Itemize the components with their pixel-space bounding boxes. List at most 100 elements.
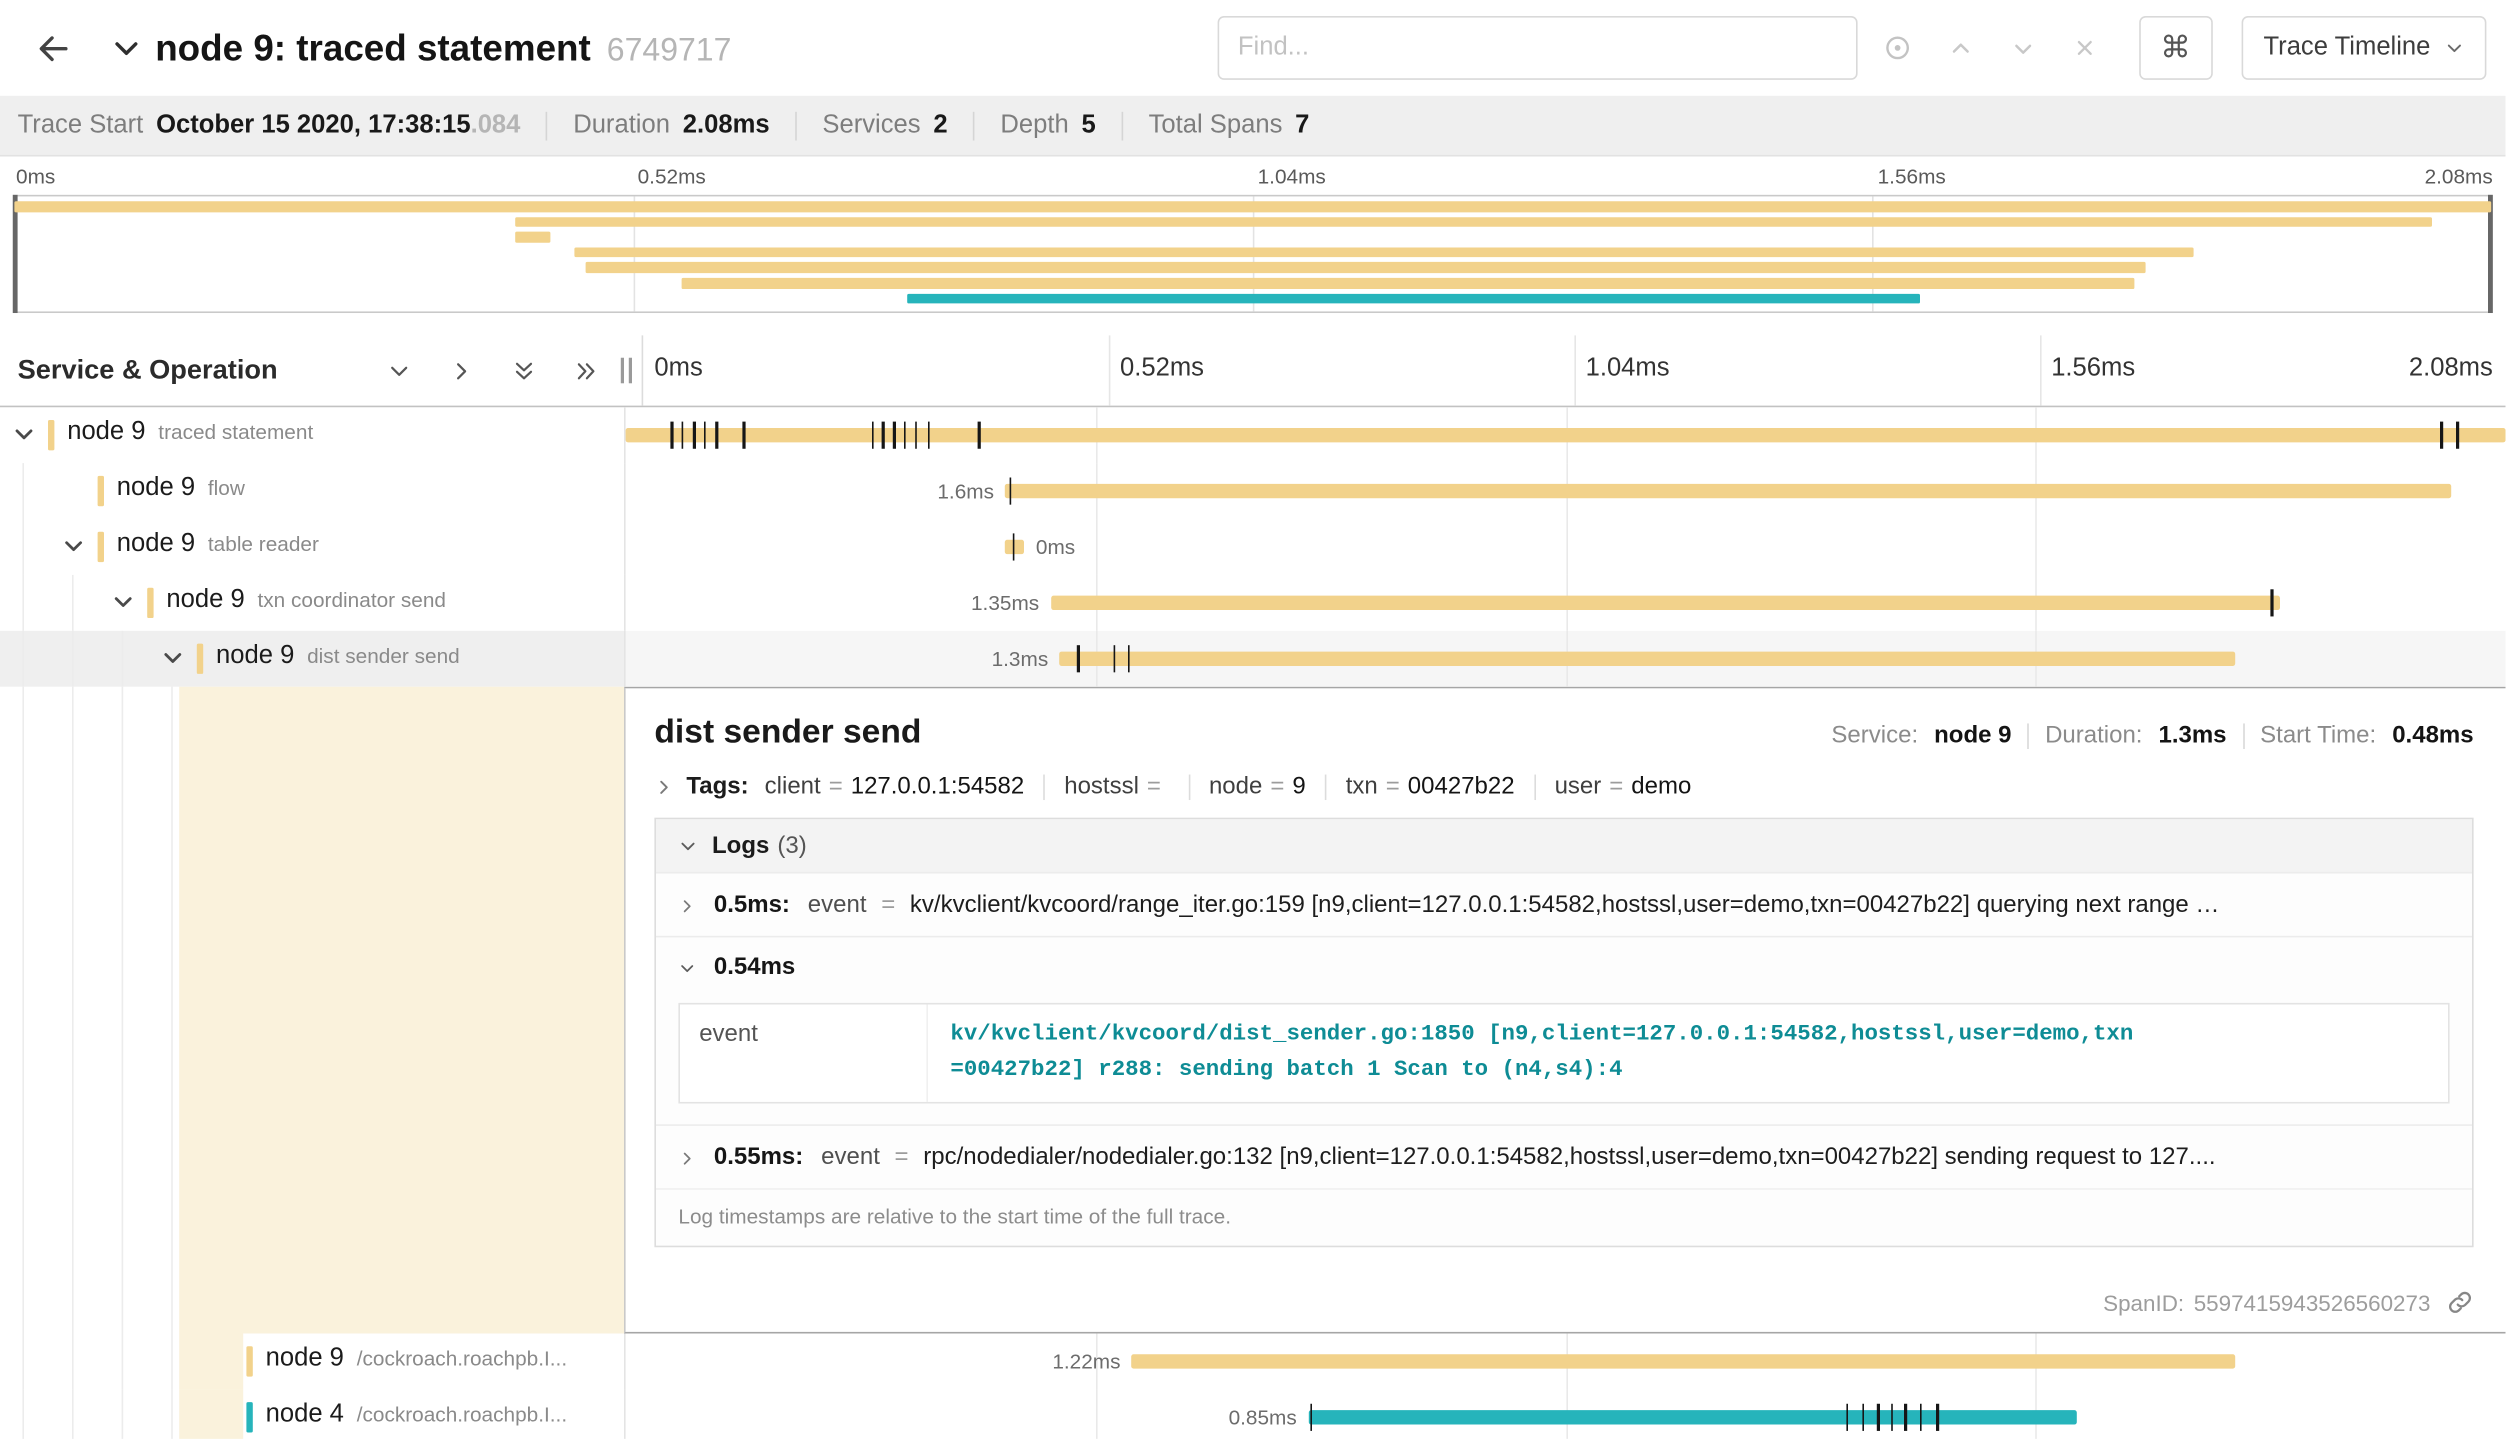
span-operation-name: table reader	[208, 532, 319, 556]
span-bar-track[interactable]: 1.35ms	[624, 575, 2506, 631]
span-rows-top: node 9traced statementnode 9flow1.6msnod…	[0, 407, 2506, 686]
expand-collapse-controls	[387, 359, 598, 383]
span-event-tick	[703, 422, 705, 449]
span-collapse-chevron-icon[interactable]	[62, 535, 88, 557]
collapse-all-double-chevron-down-icon[interactable]	[512, 359, 536, 383]
span-duration-bar[interactable]	[626, 428, 2506, 442]
span-bar-track[interactable]: 0ms	[624, 519, 2506, 575]
log-entry-toggle[interactable]: 0.5ms: event = kv/kvclient/kvcoord/range…	[656, 872, 2472, 936]
span-duration-bar[interactable]	[1132, 1354, 2235, 1368]
minimap-span-bar	[574, 247, 2193, 257]
span-service-name: node 9	[117, 474, 195, 501]
span-duration-bar[interactable]	[1308, 1410, 2076, 1424]
log-chevron-right-icon	[678, 897, 696, 915]
span-duration-label: 0ms	[1033, 533, 1076, 560]
timeline-gridline	[1566, 519, 1568, 575]
indent-guide-line	[72, 575, 74, 631]
span-name-cell[interactable]: node 9table reader	[0, 519, 624, 575]
log-entry-toggle[interactable]: 0.54ms	[656, 936, 2472, 993]
tag-item: node=9	[1209, 773, 1306, 800]
trace-timeline-page: node 9: traced statement 6749717 ⌘	[0, 0, 2506, 1439]
find-input[interactable]	[1217, 16, 1857, 80]
clear-find-x-icon[interactable]	[2071, 35, 2097, 61]
detail-meta: Service:node 9 Duration:1.3ms Start Time…	[1831, 722, 2473, 749]
detail-indent-column	[0, 687, 624, 1334]
span-event-tick	[1846, 1404, 1848, 1431]
span-operation-name: dist sender send	[307, 644, 460, 668]
back-button[interactable]	[29, 23, 79, 73]
minimap-right-drag-handle[interactable]	[2488, 195, 2493, 313]
span-duration-bar[interactable]	[1059, 652, 2234, 666]
span-id-value: 5597415943526560273	[2194, 1290, 2431, 1316]
span-name-cell[interactable]: node 9dist sender send	[0, 631, 624, 687]
span-name-cell[interactable]: node 9flow	[0, 463, 624, 519]
timeline-ruler: 0ms 0.52ms 1.04ms 1.56ms 2.08ms	[642, 335, 2506, 405]
span-name-cell[interactable]: node 9/cockroach.roachpb.I...	[0, 1333, 624, 1389]
minimap-canvas[interactable]	[13, 195, 2493, 313]
span-duration-bar[interactable]	[1005, 484, 2451, 498]
span-bar-track[interactable]: 1.3ms	[624, 631, 2506, 687]
span-event-tick	[1920, 1404, 1922, 1431]
span-duration-bar[interactable]	[1050, 596, 2279, 610]
span-bar-track[interactable]	[624, 407, 2506, 463]
minimap-span-bar	[681, 278, 2134, 288]
span-row: node 9traced statement	[0, 407, 2506, 463]
match-circle-dot-icon[interactable]	[1883, 34, 1912, 63]
log-field-key: event	[821, 1144, 880, 1171]
indent-guide-line	[122, 1333, 124, 1389]
trace-collapse-chevron-icon[interactable]	[110, 32, 142, 64]
panel-resize-grip[interactable]	[621, 358, 632, 384]
span-bar-track[interactable]: 1.6ms	[624, 463, 2506, 519]
logs-accordion-toggle[interactable]: Logs (3)	[656, 819, 2472, 872]
expand-one-chevron-right-icon[interactable]	[450, 359, 474, 383]
services-label: Services	[822, 111, 920, 140]
trace-start-ms-suffix: .084	[471, 111, 521, 140]
service-color-chip	[98, 532, 104, 562]
span-event-tick	[1010, 478, 1012, 505]
span-event-tick	[716, 422, 718, 449]
minimap-span-bar	[907, 293, 1919, 303]
span-service-name: node 9	[67, 418, 145, 445]
span-name-cell[interactable]: node 9traced statement	[0, 407, 624, 463]
indent-guide-line	[22, 575, 24, 631]
dropdown-chevron-icon	[2445, 38, 2464, 57]
span-id-label: SpanID:	[2103, 1290, 2184, 1316]
tags-accordion-toggle[interactable]: Tags: client=127.0.0.1:54582 hostssl= no…	[654, 773, 2473, 800]
span-event-tick	[904, 422, 906, 449]
log-timestamp: 0.55ms:	[714, 1144, 803, 1171]
span-bar-track[interactable]: 1.22ms	[624, 1333, 2506, 1389]
collapse-one-chevron-down-icon[interactable]	[387, 359, 411, 383]
span-event-tick	[671, 422, 673, 449]
timeline-header-row: Service & Operation 0ms	[0, 335, 2506, 407]
span-name-cell[interactable]: node 4/cockroach.roachpb.I...	[0, 1389, 624, 1439]
indent-guide-line	[22, 463, 24, 519]
duration-value: 2.08ms	[683, 111, 770, 140]
span-collapse-chevron-icon[interactable]	[162, 647, 188, 669]
span-bar-track[interactable]: 0.85ms	[624, 1389, 2506, 1439]
indent-guide-line	[171, 1389, 173, 1439]
depth-value: 5	[1082, 111, 1096, 140]
trace-name: node 9: traced statement	[155, 26, 591, 69]
deep-link-icon[interactable]	[2446, 1289, 2473, 1316]
log-entry-toggle[interactable]: 0.55ms: event = rpc/nodedialer/nodediale…	[656, 1125, 2472, 1189]
summary-divider	[1121, 111, 1123, 140]
log-timestamp: 0.5ms:	[714, 891, 790, 918]
log-field-key: event	[680, 1005, 928, 1103]
trace-view-dropdown[interactable]: Trace Timeline	[2241, 16, 2486, 80]
prev-match-chevron-up-icon[interactable]	[1947, 34, 1974, 61]
selected-span-highlight-column	[179, 687, 624, 1334]
indent-guide-line	[22, 687, 24, 1334]
span-collapse-chevron-icon[interactable]	[13, 423, 39, 445]
span-row: node 9dist sender send1.3ms	[0, 631, 2506, 687]
tag-divider	[1534, 774, 1536, 800]
summary-divider	[795, 111, 797, 140]
selected-span-highlight-strip	[179, 1333, 243, 1389]
keyboard-shortcuts-button[interactable]: ⌘	[2139, 16, 2213, 80]
span-name-cell[interactable]: node 9txn coordinator send	[0, 575, 624, 631]
span-collapse-chevron-icon[interactable]	[112, 591, 138, 613]
next-match-chevron-down-icon[interactable]	[2009, 34, 2036, 61]
minimap-left-drag-handle[interactable]	[13, 195, 18, 313]
expand-all-double-chevron-right-icon[interactable]	[574, 359, 598, 383]
trace-start-label: Trace Start	[18, 111, 144, 140]
tag-item: hostssl=	[1064, 773, 1169, 800]
